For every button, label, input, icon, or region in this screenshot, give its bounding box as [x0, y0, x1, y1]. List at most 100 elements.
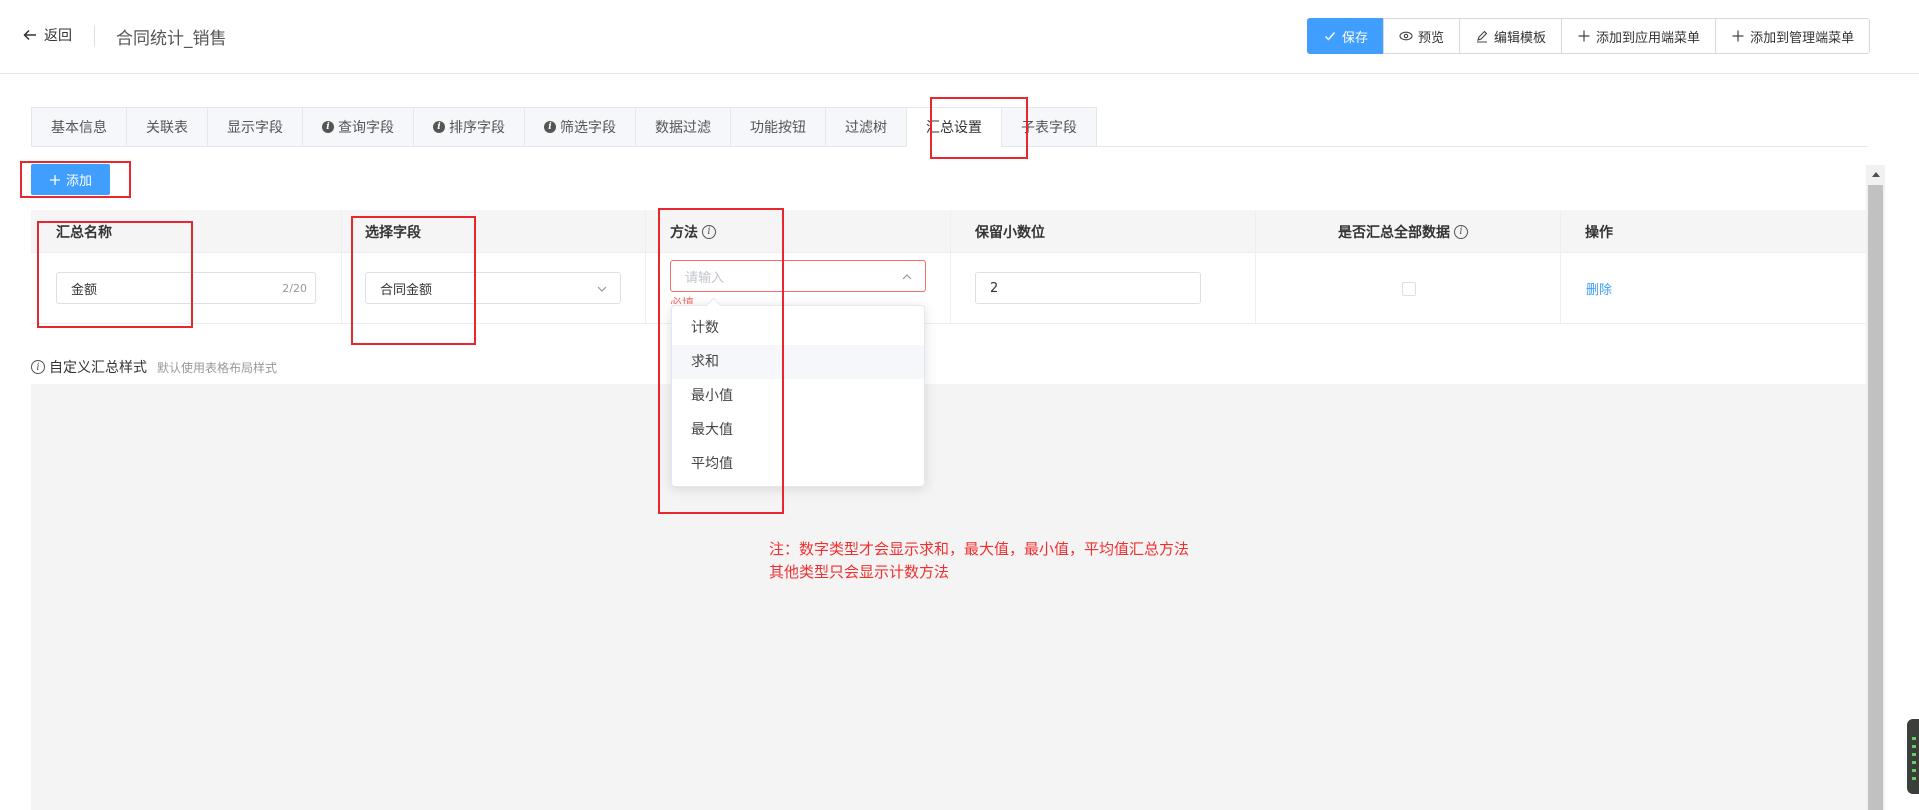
tab-filter-tree[interactable]: 过滤树: [825, 107, 907, 147]
plus-icon: [1732, 30, 1744, 42]
column-divider: [645, 210, 646, 324]
tab-label: 关联表: [146, 120, 188, 136]
tab-label: 显示字段: [227, 120, 283, 136]
caret-up-icon: [1871, 172, 1880, 177]
info-icon[interactable]: i: [702, 224, 716, 239]
preview-button[interactable]: 预览: [1383, 18, 1461, 54]
input-value: 金额: [71, 282, 98, 298]
delete-link[interactable]: 删除: [1586, 279, 1612, 298]
tab-basic-info[interactable]: 基本信息: [31, 107, 127, 147]
header-label: 操作: [1585, 224, 1613, 241]
tab-query-fields[interactable]: i 查询字段: [302, 107, 414, 147]
preview-label: 预览: [1418, 30, 1445, 46]
option-avg[interactable]: 平均值: [672, 447, 924, 481]
info-icon: i: [322, 121, 334, 133]
check-icon: [1325, 32, 1336, 41]
save-button[interactable]: 保存: [1307, 18, 1385, 54]
header-button-group: 保存 预览 编辑模板 添加到应用端菜单 添加到管理端菜单: [1307, 18, 1871, 54]
header-divider: [94, 26, 95, 46]
column-header-field: 选择字段: [365, 210, 421, 253]
back-button[interactable]: 返回: [22, 25, 72, 45]
add-admin-menu-button[interactable]: 添加到管理端菜单: [1715, 18, 1871, 54]
info-icon: i: [433, 121, 445, 133]
tab-label: 查询字段: [338, 120, 394, 136]
tab-label: 过滤树: [845, 120, 887, 136]
header-label: 保留小数位: [975, 224, 1045, 241]
add-label: 添加: [65, 174, 92, 189]
header-label: 选择字段: [365, 224, 421, 241]
tab-function-buttons[interactable]: 功能按钮: [730, 107, 826, 147]
scrollbar-thumb[interactable]: [1868, 185, 1883, 810]
edit-template-label: 编辑模板: [1494, 30, 1547, 46]
plus-icon: [49, 174, 60, 185]
method-dropdown: 计数 求和 最小值 最大值 平均值: [671, 305, 925, 487]
select-value: 合同金额: [380, 282, 433, 298]
summarize-all-checkbox[interactable]: [1402, 282, 1416, 296]
column-divider: [1560, 210, 1561, 324]
chevron-down-icon: [597, 286, 607, 292]
tab-related-table[interactable]: 关联表: [126, 107, 208, 147]
summary-name-input[interactable]: 金额 2/20: [56, 272, 316, 304]
page-title: 合同统计_销售: [116, 29, 227, 49]
page-header: 返回 合同统计_销售 保存 预览 编辑模板 添加到应用端菜单 添加到管理端菜单: [0, 0, 1919, 74]
method-select[interactable]: 请输入: [670, 260, 926, 292]
note-line: 其他类型只会显示计数方法: [769, 563, 950, 581]
column-header-decimals: 保留小数位: [975, 210, 1045, 253]
annotation-note: 注：数字类型才会显示求和，最大值，最小值，平均值汇总方法 其他类型只会显示计数方…: [769, 538, 1189, 584]
info-icon[interactable]: i: [31, 360, 45, 374]
side-widget[interactable]: [1907, 719, 1919, 794]
add-summary-button[interactable]: 添加: [31, 164, 110, 195]
option-sum[interactable]: 求和: [672, 345, 924, 379]
option-count[interactable]: 计数: [672, 311, 924, 345]
eye-icon: [1399, 31, 1413, 41]
pencil-icon: [1477, 30, 1488, 43]
header-label: 方法: [670, 224, 698, 241]
decimals-input[interactable]: 2: [975, 272, 1201, 304]
add-app-menu-button[interactable]: 添加到应用端菜单: [1561, 18, 1717, 54]
tab-label: 子表字段: [1021, 120, 1077, 136]
tab-data-filter[interactable]: 数据过滤: [635, 107, 731, 147]
option-min[interactable]: 最小值: [672, 379, 924, 413]
custom-style-title: 自定义汇总样式: [49, 360, 147, 376]
note-line: 注：数字类型才会显示求和，最大值，最小值，平均值汇总方法: [769, 540, 1190, 558]
header-label: 汇总名称: [56, 224, 112, 241]
custom-style-editor[interactable]: [31, 384, 1868, 810]
settings-tabs: 基本信息 关联表 显示字段 i 查询字段 i 排序字段 i 筛选字段 数据过滤 功能按…: [31, 107, 1097, 147]
tab-sort-fields[interactable]: i 排序字段: [413, 107, 525, 147]
custom-style-hint: 默认使用表格布局样式: [157, 360, 278, 375]
tab-subtable-fields[interactable]: 子表字段: [1001, 107, 1097, 147]
arrow-left-icon: [23, 29, 36, 41]
tab-label: 筛选字段: [560, 120, 616, 136]
tab-summary-settings[interactable]: 汇总设置: [906, 107, 1002, 147]
back-label: 返回: [44, 28, 72, 44]
add-admin-menu-label: 添加到管理端菜单: [1750, 30, 1855, 46]
method-error-message: 必填: [670, 296, 695, 304]
tab-display-fields[interactable]: 显示字段: [207, 107, 303, 147]
scroll-up-arrow[interactable]: [1866, 165, 1885, 183]
info-icon: i: [544, 121, 556, 133]
custom-style-label: i 自定义汇总样式 默认使用表格布局样式: [31, 357, 277, 377]
column-header-all-data: 是否汇总全部数据 i: [1338, 210, 1468, 253]
info-icon[interactable]: i: [1454, 224, 1468, 239]
tab-label: 排序字段: [449, 120, 505, 136]
column-header-name: 汇总名称: [56, 210, 112, 253]
column-divider: [1255, 210, 1256, 324]
tab-label: 基本信息: [51, 120, 107, 136]
edit-template-button[interactable]: 编辑模板: [1459, 18, 1563, 54]
select-placeholder: 请输入: [685, 270, 725, 286]
save-label: 保存: [1342, 30, 1369, 46]
input-value: 2: [990, 280, 999, 296]
tab-filter-fields[interactable]: i 筛选字段: [524, 107, 636, 147]
plus-icon: [1578, 30, 1590, 42]
field-select[interactable]: 合同金额: [365, 272, 621, 304]
chevron-up-icon: [902, 274, 912, 280]
option-max[interactable]: 最大值: [672, 413, 924, 447]
column-header-method: 方法 i: [670, 210, 716, 253]
column-divider: [950, 210, 951, 324]
tab-label: 功能按钮: [750, 120, 806, 136]
column-divider: [341, 210, 342, 324]
tab-label: 数据过滤: [655, 120, 711, 136]
add-app-menu-label: 添加到应用端菜单: [1596, 30, 1701, 46]
column-header-ops: 操作: [1585, 210, 1613, 253]
header-label: 是否汇总全部数据: [1338, 224, 1450, 241]
